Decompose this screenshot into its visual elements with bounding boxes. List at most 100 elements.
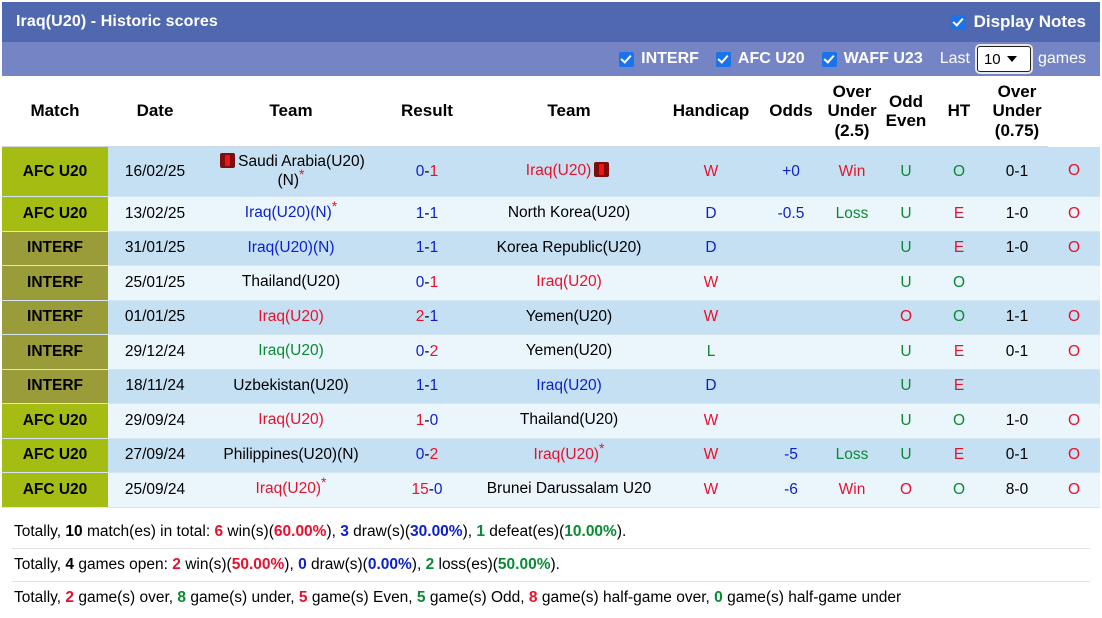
cell-result: 1-0 (380, 403, 474, 439)
table-body: AFC U20 16/02/25 Saudi Arabia(U20)(N)* 0-1 I… (2, 146, 1100, 508)
cell-league[interactable]: INTERF (2, 369, 108, 404)
table-row[interactable]: AFC U20 29/09/24 Iraq(U20) 1-0 Thailand(U20)… (2, 403, 1100, 439)
ou075-line2: Under (992, 101, 1042, 121)
table-row[interactable]: INTERF 25/01/25 Thailand(U20) 0-1 Iraq(U20) W… (2, 265, 1100, 301)
s2-open: 4 (65, 555, 75, 573)
s2-t3: ), (284, 555, 299, 573)
cell-handicap: -6 (758, 472, 824, 508)
cell-over-under-25: O (880, 472, 932, 508)
waff-u23-checkbox[interactable] (821, 51, 837, 67)
s2-t7: ). (550, 555, 560, 573)
cell-odds (824, 369, 880, 404)
cell-result: 2-1 (380, 300, 474, 335)
table-row[interactable]: AFC U20 16/02/25 Saudi Arabia(U20)(N)* 0-1 I… (2, 146, 1100, 197)
col-home-team: Team (202, 76, 380, 147)
s2-losses: 2 (425, 555, 435, 573)
s3-t5: game(s) half-game over, (537, 588, 715, 606)
cell-odd-even: E (932, 369, 986, 404)
wdl-badge: W (703, 480, 719, 498)
cell-odds: Loss (824, 438, 880, 473)
team-name: Yemen(U20) (525, 342, 613, 360)
cell-handicap (758, 334, 824, 370)
cell-date: 01/01/25 (108, 300, 202, 335)
table-row[interactable]: AFC U20 27/09/24 Philippines(U20)(N) 0-2 Ira… (2, 438, 1100, 473)
cell-away-team: Thailand(U20) (474, 403, 664, 439)
cell-league[interactable]: INTERF (2, 231, 108, 266)
s1-draws: 3 (340, 522, 349, 540)
s1-t4: draw(s)( (348, 522, 411, 540)
filter-interf[interactable]: INTERF (619, 50, 699, 68)
filter-afc-u20[interactable]: AFC U20 (715, 50, 805, 68)
cell-wdl: D (664, 369, 758, 404)
last-label: Last (939, 50, 970, 67)
team-name: Uzbekistan(U20) (233, 376, 349, 394)
cell-over-under-075 (1048, 369, 1100, 404)
s1-wins: 6 (214, 522, 224, 540)
table-row[interactable]: INTERF 18/11/24 Uzbekistan(U20) 1-1 Iraq(U20… (2, 369, 1100, 404)
cell-odds (824, 403, 880, 439)
cell-result: 0-2 (380, 438, 474, 473)
cell-over-under-25: U (880, 438, 932, 473)
cell-over-under-075: O (1048, 472, 1100, 508)
s1-win-pct: 60.00% (273, 522, 327, 540)
cell-handicap: -5 (758, 438, 824, 473)
score-away: 1 (429, 204, 439, 222)
cell-league[interactable]: INTERF (2, 300, 108, 335)
s3-t3: game(s) Even, (307, 588, 417, 606)
wdl-badge: W (703, 446, 719, 464)
table-row[interactable]: INTERF 29/12/24 Iraq(U20) 0-2 Yemen(U20) L U E 0… (2, 334, 1100, 370)
cell-ht: 0-1 (986, 146, 1048, 197)
ou075-line1: Over (997, 82, 1037, 102)
cell-away-team: Korea Republic(U20) (474, 231, 664, 266)
cell-over-under-25: U (880, 403, 932, 439)
summary-line-total: Totally, 10 match(es) in total: 6 win(s)… (12, 516, 1090, 549)
table-row[interactable]: AFC U20 13/02/25 Iraq(U20)(N)* 1-1 North Kor… (2, 196, 1100, 232)
afc-u20-checkbox[interactable] (715, 51, 731, 67)
table-row[interactable]: INTERF 31/01/25 Iraq(U20)(N) 1-1 Korea Repub… (2, 231, 1100, 266)
table-row[interactable]: AFC U20 25/09/24 Iraq(U20)* 15-0 Brunei Daru… (2, 472, 1100, 508)
s1-prefix: Totally, (14, 522, 66, 540)
s2-draw-pct: 0.00% (367, 555, 412, 573)
panel-titlebar: Iraq(U20) - Historic scores Display Note… (2, 2, 1100, 42)
cell-league[interactable]: INTERF (2, 265, 108, 301)
filter-waff-u23[interactable]: WAFF U23 (821, 50, 923, 68)
cell-over-under-25: U (880, 196, 932, 232)
wdl-badge: W (703, 273, 719, 291)
cell-over-under-075: O (1048, 231, 1100, 266)
cell-league[interactable]: AFC U20 (2, 196, 108, 232)
ou25-line3: (2.5) (834, 120, 870, 140)
cell-league[interactable]: AFC U20 (2, 472, 108, 508)
cell-league[interactable]: AFC U20 (2, 438, 108, 473)
ou25-line1: Over (832, 82, 872, 102)
score-away: 2 (429, 446, 439, 464)
team-name: Thailand(U20) (519, 411, 619, 429)
cell-over-under-075: O (1048, 334, 1100, 370)
cell-home-team: Iraq(U20)(N)* (202, 196, 380, 232)
display-notes-toggle[interactable]: Display Notes (950, 12, 1086, 32)
s2-t2: win(s)( (180, 555, 232, 573)
cell-over-under-075 (1048, 265, 1100, 301)
s2-t1: games open: (74, 555, 173, 573)
score-away: 1 (429, 377, 439, 395)
cell-league[interactable]: INTERF (2, 334, 108, 370)
cell-over-under-25: U (880, 146, 932, 197)
score-home: 15 (411, 480, 429, 498)
display-notes-checkbox[interactable] (950, 14, 966, 30)
summary-line-open: Totally, 4 games open: 2 win(s)(50.00%),… (12, 549, 1090, 582)
s1-t2: win(s)( (223, 522, 274, 540)
waff-u23-label: WAFF U23 (843, 50, 923, 67)
wdl-badge: W (703, 308, 719, 326)
cell-home-team: Iraq(U20) (202, 403, 380, 439)
games-count-select[interactable]: 10 (976, 46, 1031, 72)
cell-league[interactable]: AFC U20 (2, 403, 108, 439)
cell-wdl: D (664, 196, 758, 232)
cell-ht: 1-1 (986, 300, 1048, 335)
cell-over-under-25: U (880, 231, 932, 266)
cell-ht: 0-1 (986, 438, 1048, 473)
wdl-badge: W (703, 162, 719, 180)
table-row[interactable]: INTERF 01/01/25 Iraq(U20) 2-1 Yemen(U20) W O O 1… (2, 300, 1100, 335)
team-name: Iraq(U20) (258, 342, 324, 360)
interf-checkbox[interactable] (619, 51, 635, 67)
cell-date: 29/09/24 (108, 403, 202, 439)
cell-league[interactable]: AFC U20 (2, 146, 108, 197)
